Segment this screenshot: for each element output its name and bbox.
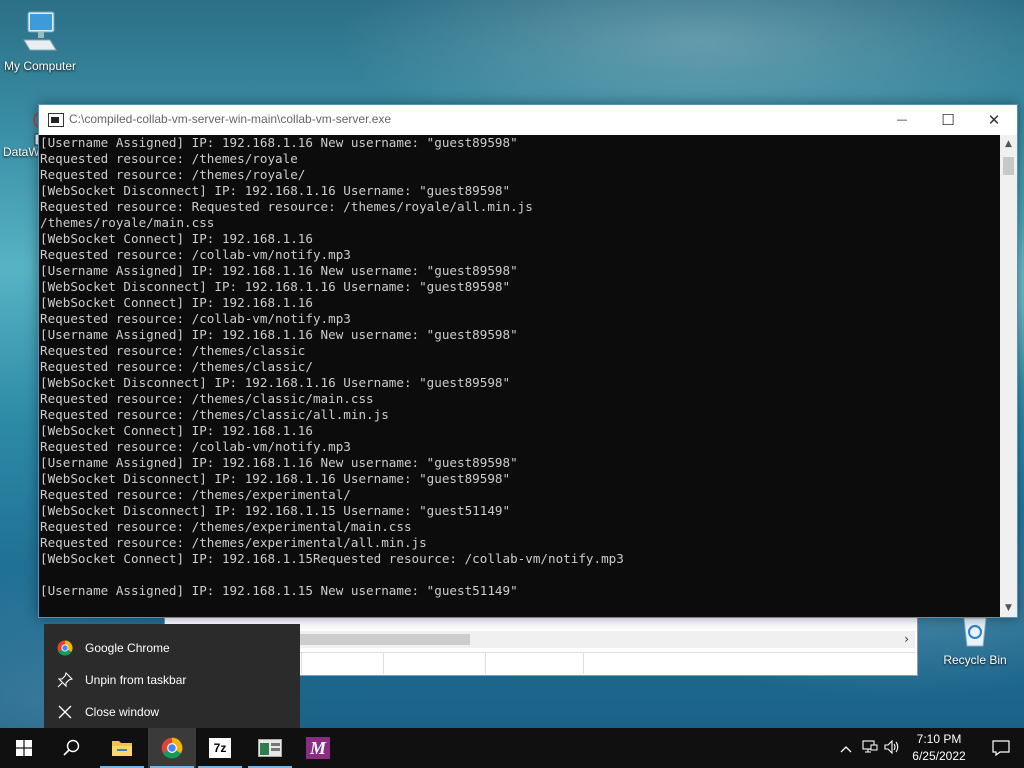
console-line: Requested resource: /themes/classic/main… xyxy=(40,391,374,406)
jumplist-label: Unpin from taskbar xyxy=(85,673,187,687)
taskbar-clock[interactable]: 7:10 PM 6/25/2022 xyxy=(900,731,978,765)
console-line: Requested resource: /themes/classic xyxy=(40,343,306,358)
7zip-label: 7z xyxy=(213,741,227,755)
folder-icon xyxy=(111,738,133,762)
scroll-up-icon[interactable]: ▲ xyxy=(1000,139,1017,149)
console-line: Requested resource: /themes/royale xyxy=(40,151,298,166)
scroll-down-icon[interactable]: ▼ xyxy=(1000,603,1017,613)
console-line: [WebSocket Connect] IP: 192.168.1.16 xyxy=(40,231,313,246)
jumplist-item-close-window[interactable]: Close window xyxy=(44,696,300,728)
unpin-icon xyxy=(57,671,74,688)
console-line: Requested resource: /collab-vm/notify.mp… xyxy=(40,439,351,454)
console-line: [Username Assigned] IP: 192.168.1.16 New… xyxy=(40,327,518,342)
console-line: [WebSocket Disconnect] IP: 192.168.1.15 … xyxy=(40,503,511,518)
taskbar-jump-list: Google Chrome Unpin from taskbar Close w… xyxy=(44,624,300,728)
maximize-button[interactable]: ☐ xyxy=(925,105,971,135)
console-window[interactable]: C:\compiled-collab-vm-server-win-main\co… xyxy=(38,104,1018,618)
console-line: /themes/royale/main.css xyxy=(40,215,215,230)
console-line: Requested resource: /themes/classic/all.… xyxy=(40,407,389,422)
action-center-button[interactable] xyxy=(978,728,1024,768)
search-button[interactable] xyxy=(48,728,96,768)
console-line: [Username Assigned] IP: 192.168.1.15 New… xyxy=(40,583,518,598)
console-line: [WebSocket Disconnect] IP: 192.168.1.16 … xyxy=(40,183,511,198)
desktop-icon-label: My Computer xyxy=(3,59,77,73)
jumplist-item-google-chrome[interactable]: Google Chrome xyxy=(44,632,300,664)
desktop-icon-recycle-bin[interactable]: Recycle Bin xyxy=(933,612,1017,667)
jumplist-label: Close window xyxy=(85,705,160,719)
console-line: [WebSocket Disconnect] IP: 192.168.1.16 … xyxy=(40,375,511,390)
console-line: Requested resource: Requested resource: … xyxy=(40,199,533,214)
m-icon: M xyxy=(306,737,330,759)
taskbar: 7z M 7:10 PM 6/25/2022 xyxy=(0,728,1024,768)
m-label: M xyxy=(309,738,326,758)
close-button[interactable]: ✕ xyxy=(971,105,1017,135)
console-icon xyxy=(48,113,64,127)
7zip-icon: 7z xyxy=(209,738,231,758)
desktop-icon-my-computer[interactable]: My Computer xyxy=(0,10,82,73)
network-icon[interactable] xyxy=(862,740,878,759)
console-line: [WebSocket Connect] IP: 192.168.1.16 xyxy=(40,295,313,310)
taskbar-file-explorer[interactable] xyxy=(98,728,146,768)
system-tray xyxy=(838,728,900,768)
scrollbar-thumb[interactable] xyxy=(1003,157,1014,175)
console-line: [WebSocket Connect] IP: 192.168.1.16 xyxy=(40,423,313,438)
console-line: Requested resource: /themes/classic/ xyxy=(40,359,313,374)
chrome-icon xyxy=(161,737,183,763)
minimize-button[interactable]: — xyxy=(879,105,925,135)
window-icon xyxy=(258,739,282,761)
computer-icon xyxy=(0,10,82,57)
clock-date: 6/25/2022 xyxy=(912,749,966,763)
console-line: [WebSocket Disconnect] IP: 192.168.1.16 … xyxy=(40,279,511,294)
jumplist-item-unpin[interactable]: Unpin from taskbar xyxy=(44,664,300,696)
console-line: Requested resource: /themes/experimental… xyxy=(40,519,412,534)
vertical-scrollbar[interactable]: ▲ ▼ xyxy=(1000,135,1017,617)
jumplist-label: Google Chrome xyxy=(85,641,170,655)
clock-time: 7:10 PM xyxy=(916,732,962,746)
start-button[interactable] xyxy=(0,728,48,768)
taskbar-7zip[interactable]: 7z xyxy=(196,728,244,768)
console-line: [Username Assigned] IP: 192.168.1.16 New… xyxy=(40,455,518,470)
console-line: Requested resource: /collab-vm/notify.mp… xyxy=(40,247,351,262)
console-line: [Username Assigned] IP: 192.168.1.16 New… xyxy=(40,263,518,278)
taskbar-console-app[interactable] xyxy=(246,728,294,768)
search-icon xyxy=(63,739,81,761)
taskbar-app-m[interactable]: M xyxy=(294,728,342,768)
console-line: Requested resource: /themes/experimental… xyxy=(40,487,351,502)
desktop-icon-label: Recycle Bin xyxy=(943,653,1007,667)
chrome-icon xyxy=(57,640,73,656)
console-line: Requested resource: /themes/experimental… xyxy=(40,535,427,550)
console-line: [Username Assigned] IP: 192.168.1.16 New… xyxy=(40,135,518,150)
console-line: Requested resource: /themes/royale/ xyxy=(40,167,306,182)
volume-icon[interactable] xyxy=(884,739,900,759)
window-title: C:\compiled-collab-vm-server-win-main\co… xyxy=(69,112,392,126)
windows-logo-icon xyxy=(16,740,32,760)
chevron-up-icon[interactable] xyxy=(840,741,852,759)
console-output[interactable]: [Username Assigned] IP: 192.168.1.16 New… xyxy=(39,135,999,617)
scroll-right-icon[interactable]: › xyxy=(904,632,909,646)
console-line: Requested resource: /collab-vm/notify.mp… xyxy=(40,311,351,326)
notification-icon xyxy=(992,740,1010,760)
close-icon xyxy=(57,704,73,720)
console-line: [WebSocket Connect] IP: 192.168.1.15Requ… xyxy=(40,551,624,566)
taskbar-chrome[interactable] xyxy=(148,728,196,768)
title-bar[interactable]: C:\compiled-collab-vm-server-win-main\co… xyxy=(39,105,1017,135)
console-line: [WebSocket Disconnect] IP: 192.168.1.16 … xyxy=(40,471,511,486)
scrollbar-thumb[interactable] xyxy=(300,634,470,645)
